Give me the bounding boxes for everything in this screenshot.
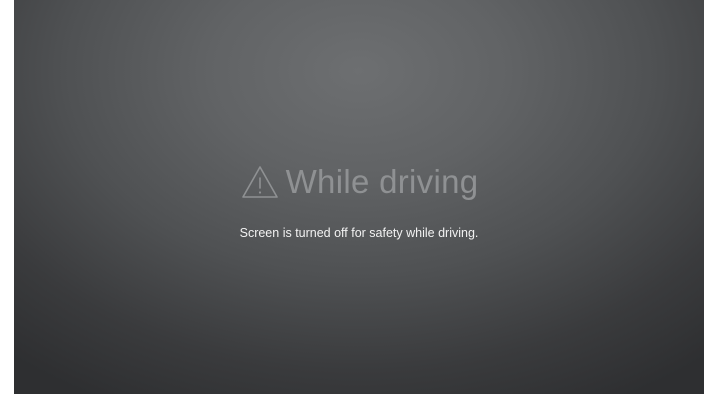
warning-icon (240, 164, 280, 200)
driving-lock-screen: While driving Screen is turned off for s… (14, 0, 704, 394)
right-margin (704, 0, 718, 394)
page-title: While driving (285, 163, 479, 200)
title-row: While driving (14, 162, 704, 202)
safety-message: Screen is turned off for safety while dr… (239, 226, 479, 240)
